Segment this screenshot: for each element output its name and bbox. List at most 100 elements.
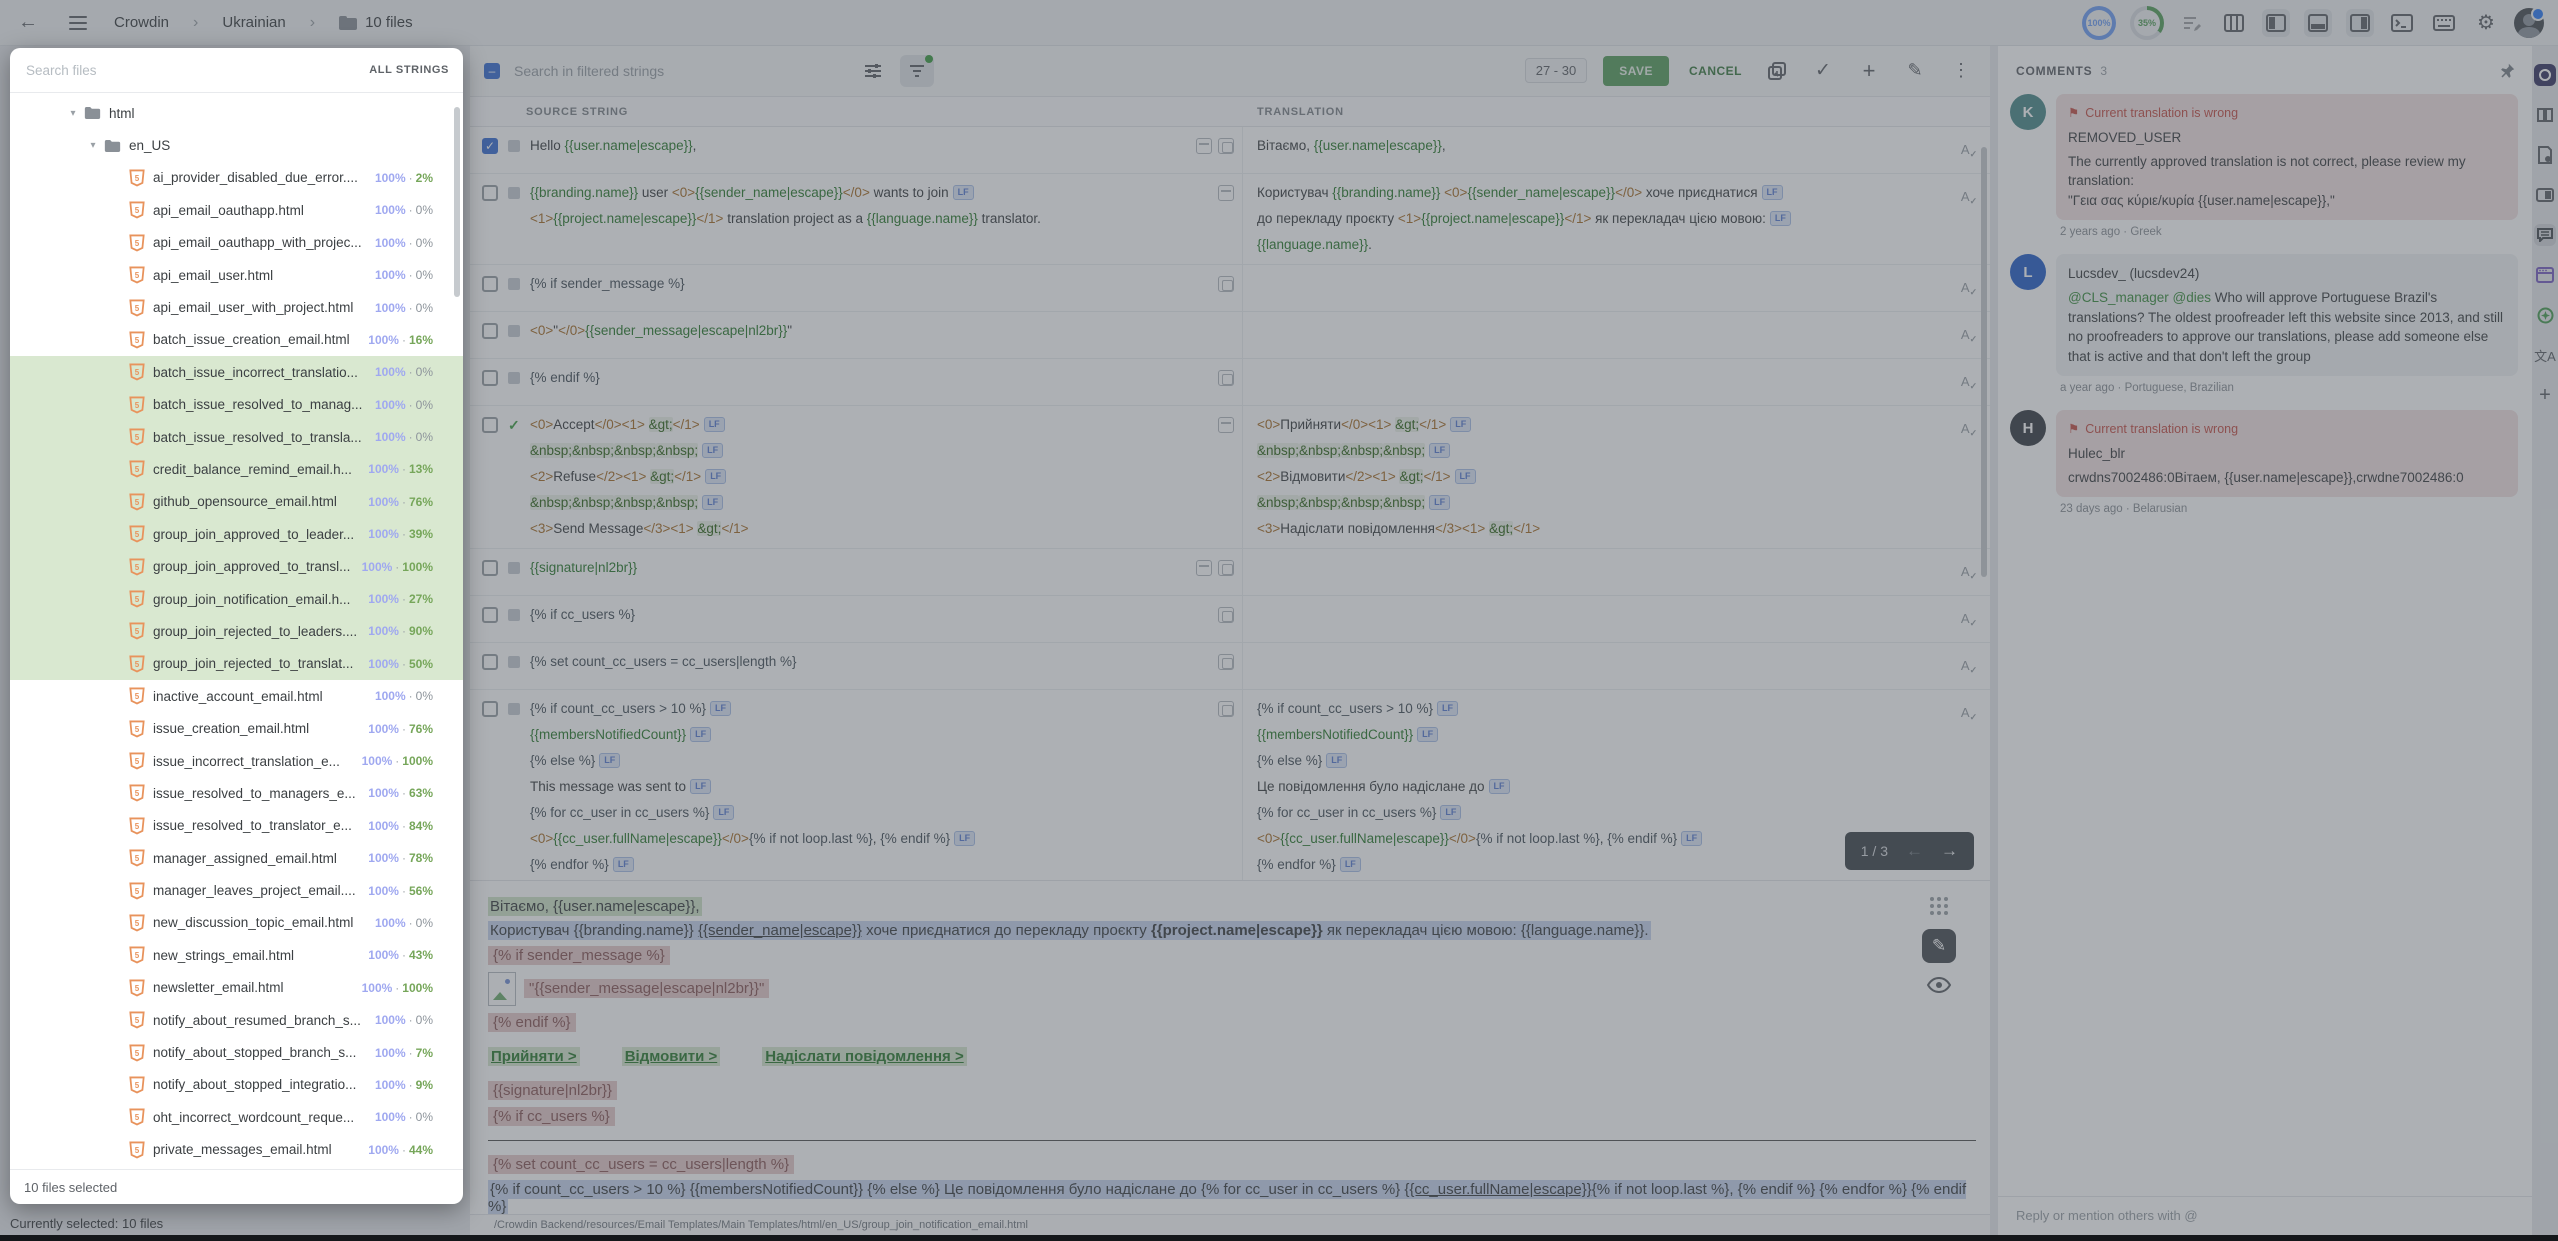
file-row[interactable]: 5group_join_approved_to_leader...100%·39… (10, 518, 463, 550)
file-translated-percent: 100% (368, 786, 399, 800)
folder-row[interactable]: ▾ html (10, 97, 463, 129)
folder-row[interactable]: ▾en_US (10, 129, 463, 161)
dot-separator: · (402, 786, 406, 800)
file-row[interactable]: 5api_email_user.html100%·0% (10, 259, 463, 291)
file-progress: 100%·0% (375, 1013, 433, 1027)
file-row[interactable]: 5group_join_notification_email.h...100%·… (10, 583, 463, 615)
file-row[interactable]: 5api_email_oauthapp_with_projec...100%·0… (10, 227, 463, 259)
file-progress: 100%·76% (368, 722, 433, 736)
html-file-icon: 5 (128, 201, 145, 220)
svg-text:5: 5 (134, 790, 139, 799)
dot-separator: · (409, 301, 413, 315)
dot-separator: · (402, 495, 406, 509)
html-file-icon: 5 (128, 428, 145, 447)
svg-text:5: 5 (134, 206, 139, 215)
file-progress: 100%·63% (368, 786, 433, 800)
dot-separator: · (409, 1078, 413, 1092)
file-row[interactable]: 5private_project_notification_ema...100%… (10, 1166, 463, 1169)
dot-separator: · (402, 657, 406, 671)
svg-text:5: 5 (134, 563, 139, 572)
dot-separator: · (402, 1143, 406, 1157)
file-progress: 100%·9% (375, 1078, 433, 1092)
file-translated-percent: 100% (368, 624, 399, 638)
file-row[interactable]: 5batch_issue_incorrect_translatio...100%… (10, 356, 463, 388)
html-file-icon: 5 (128, 752, 145, 771)
file-row[interactable]: 5manager_assigned_email.html100%·78% (10, 842, 463, 874)
file-translated-percent: 100% (368, 884, 399, 898)
file-row[interactable]: 5issue_resolved_to_managers_e...100%·63% (10, 777, 463, 809)
collapse-arrow-icon[interactable]: ▾ (86, 140, 100, 151)
folder-name: html (109, 106, 433, 121)
file-progress: 100%·16% (368, 333, 433, 347)
file-row[interactable]: 5credit_balance_remind_email.h...100%·13… (10, 453, 463, 485)
dot-separator: · (395, 560, 399, 574)
file-row[interactable]: 5newsletter_email.html100%·100% (10, 972, 463, 1004)
dot-separator: · (409, 365, 413, 379)
collapse-arrow-icon[interactable]: ▾ (66, 108, 80, 119)
html-file-icon: 5 (128, 460, 145, 479)
file-progress: 100%·2% (375, 171, 433, 185)
file-progress: 100%·0% (375, 268, 433, 282)
svg-text:5: 5 (134, 595, 139, 604)
file-approved-percent: 0% (416, 430, 433, 444)
file-row[interactable]: 5api_email_oauthapp.html100%·0% (10, 194, 463, 226)
file-row[interactable]: 5private_messages_email.html100%·44% (10, 1134, 463, 1166)
file-name: api_email_user.html (153, 268, 367, 283)
svg-text:5: 5 (134, 530, 139, 539)
file-row[interactable]: 5group_join_rejected_to_leaders....100%·… (10, 615, 463, 647)
file-row[interactable]: 5group_join_approved_to_transl...100%·10… (10, 550, 463, 582)
file-row[interactable]: 5new_discussion_topic_email.html100%·0% (10, 907, 463, 939)
dot-separator: · (409, 689, 413, 703)
file-approved-percent: 27% (409, 592, 433, 606)
svg-text:5: 5 (134, 1146, 139, 1155)
dot-separator: · (395, 754, 399, 768)
file-row[interactable]: 5issue_creation_email.html100%·76% (10, 712, 463, 744)
file-translated-percent: 100% (362, 981, 393, 995)
file-name: credit_balance_remind_email.h... (153, 462, 360, 477)
html-file-icon: 5 (128, 1075, 145, 1094)
file-row[interactable]: 5notify_about_resumed_branch_s...100%·0% (10, 1004, 463, 1036)
file-name: issue_creation_email.html (153, 721, 360, 736)
file-row[interactable]: 5notify_about_stopped_branch_s...100%·7% (10, 1036, 463, 1068)
file-name: issue_incorrect_translation_e... (153, 754, 354, 769)
file-row[interactable]: 5inactive_account_email.html100%·0% (10, 680, 463, 712)
file-row[interactable]: 5new_strings_email.html100%·43% (10, 939, 463, 971)
file-approved-percent: 44% (409, 1143, 433, 1157)
file-row[interactable]: 5batch_issue_creation_email.html100%·16% (10, 324, 463, 356)
file-row[interactable]: 5issue_incorrect_translation_e...100%·10… (10, 745, 463, 777)
all-strings-button[interactable]: ALL STRINGS (369, 64, 449, 76)
folder-icon (84, 106, 101, 120)
file-row[interactable]: 5github_opensource_email.html100%·76% (10, 486, 463, 518)
file-progress: 100%·44% (368, 1143, 433, 1157)
dot-separator: · (402, 333, 406, 347)
file-row[interactable]: 5batch_issue_resolved_to_manag...100%·0% (10, 389, 463, 421)
file-progress: 100%·0% (375, 916, 433, 930)
file-progress: 100%·0% (375, 301, 433, 315)
file-approved-percent: 0% (416, 301, 433, 315)
dot-separator: · (395, 981, 399, 995)
file-row[interactable]: 5batch_issue_resolved_to_transla...100%·… (10, 421, 463, 453)
file-approved-percent: 7% (416, 1046, 433, 1060)
file-approved-percent: 0% (416, 1013, 433, 1027)
dot-separator: · (409, 430, 413, 444)
file-row[interactable]: 5issue_resolved_to_translator_e...100%·8… (10, 810, 463, 842)
file-row[interactable]: 5group_join_rejected_to_translat...100%·… (10, 648, 463, 680)
file-translated-percent: 100% (368, 851, 399, 865)
file-translated-percent: 100% (368, 1143, 399, 1157)
file-search-input[interactable] (24, 62, 369, 79)
file-approved-percent: 76% (409, 722, 433, 736)
file-name: github_opensource_email.html (153, 494, 360, 509)
file-tree-scrollbar[interactable] (454, 107, 460, 297)
files-selected-footer: 10 files selected (10, 1169, 463, 1204)
file-approved-percent: 0% (416, 916, 433, 930)
file-tree: ▾ html ▾en_US5ai_provider_disabled_due_err… (10, 93, 463, 1169)
file-row[interactable]: 5api_email_user_with_project.html100%·0% (10, 291, 463, 323)
dot-separator: · (409, 203, 413, 217)
dot-separator: · (409, 171, 413, 185)
file-row[interactable]: 5manager_leaves_project_email....100%·56… (10, 874, 463, 906)
svg-text:5: 5 (134, 757, 139, 766)
file-translated-percent: 100% (368, 592, 399, 606)
file-row[interactable]: 5oht_incorrect_wordcount_reque...100%·0% (10, 1101, 463, 1133)
file-row[interactable]: 5ai_provider_disabled_due_error....100%·… (10, 162, 463, 194)
file-row[interactable]: 5notify_about_stopped_integratio...100%·… (10, 1069, 463, 1101)
